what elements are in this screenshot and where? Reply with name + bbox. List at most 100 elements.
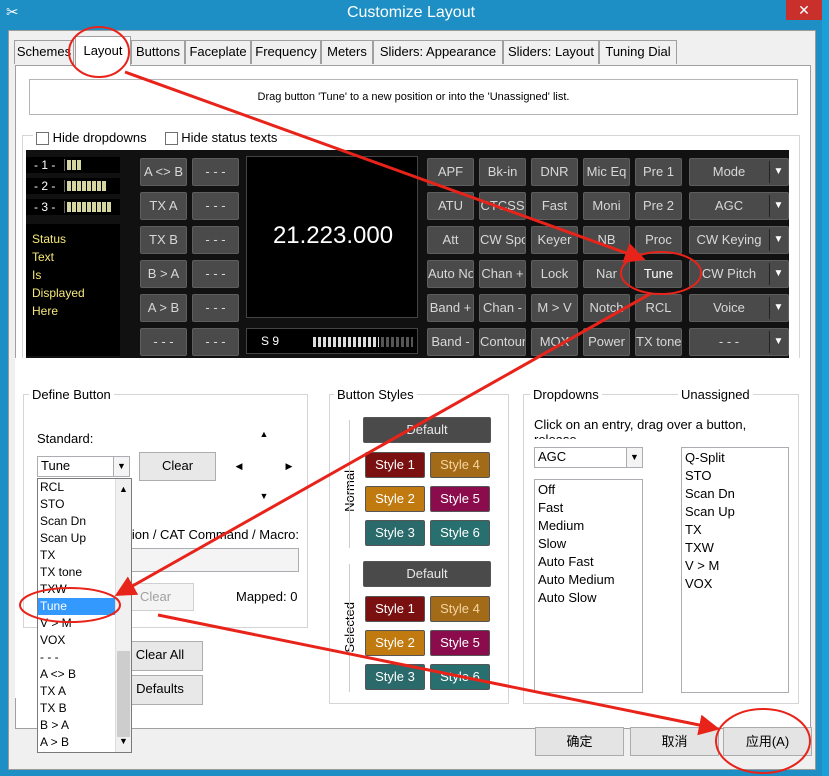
move-down-icon[interactable]: ▼ (258, 490, 270, 502)
faceplate-button[interactable]: Bk-in (479, 158, 526, 186)
faceplate-button[interactable]: - - - (192, 226, 239, 254)
faceplate-button[interactable]: Nar (583, 260, 630, 288)
list-item[interactable]: Auto Fast (538, 553, 639, 571)
dropdown-scrollbar[interactable]: ▲ ▼ (115, 479, 131, 752)
dropdown-option[interactable]: STO (38, 496, 115, 513)
faceplate-button[interactable]: RCL (635, 294, 682, 322)
faceplate-button[interactable]: Fast (531, 192, 578, 220)
faceplate-button[interactable]: - - - (192, 158, 239, 186)
tab-schemes[interactable]: Schemes (14, 40, 74, 64)
list-item[interactable]: Slow (538, 535, 639, 553)
faceplate-button[interactable]: M > V (531, 294, 578, 322)
chevron-down-icon[interactable]: ▼ (769, 297, 787, 319)
dropdown-option[interactable]: Scan Dn (38, 513, 115, 530)
list-item[interactable]: Scan Dn (685, 485, 785, 503)
dropdown-button[interactable]: Mode ▼ (689, 158, 789, 186)
list-item[interactable]: TX (685, 521, 785, 539)
dropdown-option[interactable]: A > B (38, 734, 115, 751)
tab-sliders-appearance[interactable]: Sliders: Appearance (373, 40, 503, 64)
unassigned-list[interactable]: Q-Split STO Scan Dn Scan Up TX TXW V > M VOX (681, 447, 789, 693)
faceplate-button[interactable]: CTCSS (479, 192, 526, 220)
faceplate-button[interactable]: Auto Notch (427, 260, 474, 288)
faceplate-button[interactable]: Band + (427, 294, 474, 322)
standard-dropdown-list[interactable]: RCL STO Scan Dn Scan Up TX TX tone TXW Tune V > … (37, 478, 132, 753)
dropdown-button[interactable]: Voice ▼ (689, 294, 789, 322)
chevron-down-icon[interactable]: ▼ (769, 161, 787, 183)
tune-button[interactable]: Tune (635, 260, 682, 288)
list-item[interactable]: V > M (685, 557, 785, 575)
chevron-down-icon[interactable]: ▼ (769, 195, 787, 217)
dropdown-option[interactable]: V > M (38, 615, 115, 632)
faceplate-button[interactable]: MOX (531, 328, 578, 356)
faceplate-button[interactable]: A > B (140, 294, 187, 322)
dropdown-button[interactable]: AGC ▼ (689, 192, 789, 220)
normal-style-button[interactable]: Style 1 (365, 452, 425, 478)
dropdown-option[interactable]: Scan Up (38, 530, 115, 547)
cancel-button[interactable]: 取消 (630, 727, 719, 756)
tab-faceplate[interactable]: Faceplate (185, 40, 251, 64)
tab-buttons[interactable]: Buttons (131, 40, 185, 64)
faceplate-button[interactable]: Chan + (479, 260, 526, 288)
faceplate-button[interactable]: TX tone (635, 328, 682, 356)
tab-sliders-layout[interactable]: Sliders: Layout (503, 40, 599, 64)
clear-button[interactable]: Clear (139, 452, 216, 481)
faceplate-button[interactable]: DNR (531, 158, 578, 186)
dropdown-option[interactable]: VOX (38, 632, 115, 649)
standard-select[interactable]: Tune ▼ (37, 456, 130, 477)
chevron-down-icon[interactable]: ▼ (626, 448, 642, 467)
dropdown-button[interactable]: - - - ▼ (689, 328, 789, 356)
ok-button[interactable]: 确定 (535, 727, 624, 756)
faceplate-button[interactable]: Band - (427, 328, 474, 356)
faceplate-button[interactable]: Notch (583, 294, 630, 322)
faceplate-button[interactable]: - - - (140, 328, 187, 356)
tab-frequency[interactable]: Frequency (251, 40, 321, 64)
faceplate-button[interactable]: - - - (192, 192, 239, 220)
selected-default-button[interactable]: Default (363, 561, 491, 587)
dropdown-option[interactable]: B > A (38, 717, 115, 734)
scroll-down-icon[interactable]: ▼ (119, 733, 128, 750)
move-left-icon[interactable]: ◀ (233, 460, 245, 472)
faceplate-button[interactable]: ATU (427, 192, 474, 220)
faceplate-button[interactable]: Pre 2 (635, 192, 682, 220)
selected-style-button[interactable]: Style 3 (365, 664, 425, 690)
dropdown-select[interactable]: AGC ▼ (534, 447, 643, 468)
dropdown-option[interactable]: TX (38, 547, 115, 564)
dropdown-button[interactable]: CW Pitch ▼ (689, 260, 789, 288)
selected-style-button[interactable]: Style 5 (430, 630, 490, 656)
tab-tuning-dial[interactable]: Tuning Dial (599, 40, 677, 64)
faceplate-button[interactable]: Chan - (479, 294, 526, 322)
faceplate-button[interactable]: TX A (140, 192, 187, 220)
tab-meters[interactable]: Meters (321, 40, 373, 64)
dropdown-option[interactable]: A <> B (38, 666, 115, 683)
dropdown-items-list[interactable]: Off Fast Medium Slow Auto Fast Auto Medium Aut… (534, 479, 643, 693)
list-item[interactable]: Auto Medium (538, 571, 639, 589)
selected-style-button[interactable]: Style 6 (430, 664, 490, 690)
chevron-down-icon[interactable]: ▼ (769, 229, 787, 251)
faceplate-button[interactable]: TX B (140, 226, 187, 254)
selected-style-button[interactable]: Style 4 (430, 596, 490, 622)
normal-style-button[interactable]: Style 4 (430, 452, 490, 478)
chevron-down-icon[interactable]: ▼ (769, 331, 787, 353)
faceplate-button[interactable]: Mic Eq (583, 158, 630, 186)
faceplate-button[interactable]: - - - (192, 260, 239, 288)
faceplate-button[interactable]: Contour (479, 328, 526, 356)
dropdown-option[interactable]: - - - (38, 649, 115, 666)
list-item[interactable]: STO (685, 467, 785, 485)
faceplate-button[interactable]: B > A (140, 260, 187, 288)
close-button[interactable]: ✕ (786, 0, 822, 20)
dropdown-option[interactable]: TX A (38, 683, 115, 700)
faceplate-button[interactable]: Moni (583, 192, 630, 220)
faceplate-button[interactable]: Lock (531, 260, 578, 288)
faceplate-button[interactable]: A <> B (140, 158, 187, 186)
scroll-thumb[interactable] (117, 651, 130, 737)
list-item[interactable]: Fast (538, 499, 639, 517)
hide-dropdowns-checkbox[interactable] (36, 132, 49, 146)
faceplate-button[interactable]: CW Spot (479, 226, 526, 254)
list-item[interactable]: VOX (685, 575, 785, 593)
selected-style-button[interactable]: Style 1 (365, 596, 425, 622)
chevron-down-icon[interactable]: ▼ (769, 263, 787, 285)
move-right-icon[interactable]: ▶ (283, 460, 295, 472)
list-item[interactable]: Off (538, 481, 639, 499)
faceplate-button[interactable]: Pre 1 (635, 158, 682, 186)
normal-default-button[interactable]: Default (363, 417, 491, 443)
